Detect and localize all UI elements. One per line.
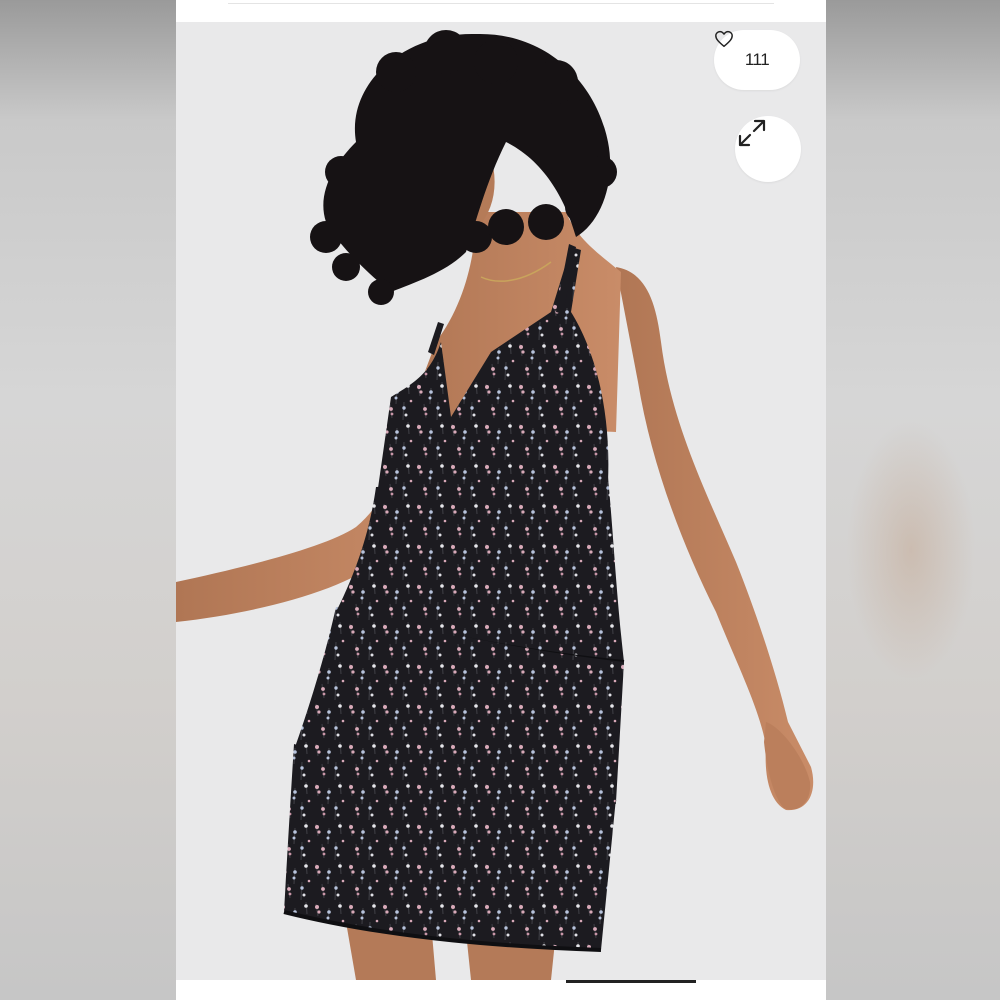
gallery-progress-track [566, 980, 696, 983]
gallery-progress-fill [566, 980, 696, 983]
product-photo[interactable]: 111 [176, 22, 826, 980]
blurred-backdrop-right [826, 0, 1000, 1000]
expand-photo-button[interactable] [735, 116, 801, 182]
listing-screen: 111 [176, 0, 826, 1000]
top-divider [228, 3, 774, 4]
top-strip [176, 0, 826, 22]
like-button[interactable]: 111 [714, 30, 800, 90]
heart-outline-icon [715, 30, 733, 48]
model-illustration [176, 30, 814, 980]
blurred-backdrop-left [0, 0, 176, 1000]
expand-arrows-icon [738, 119, 766, 147]
gallery-footer [176, 980, 826, 1000]
likes-count: 111 [744, 50, 770, 69]
